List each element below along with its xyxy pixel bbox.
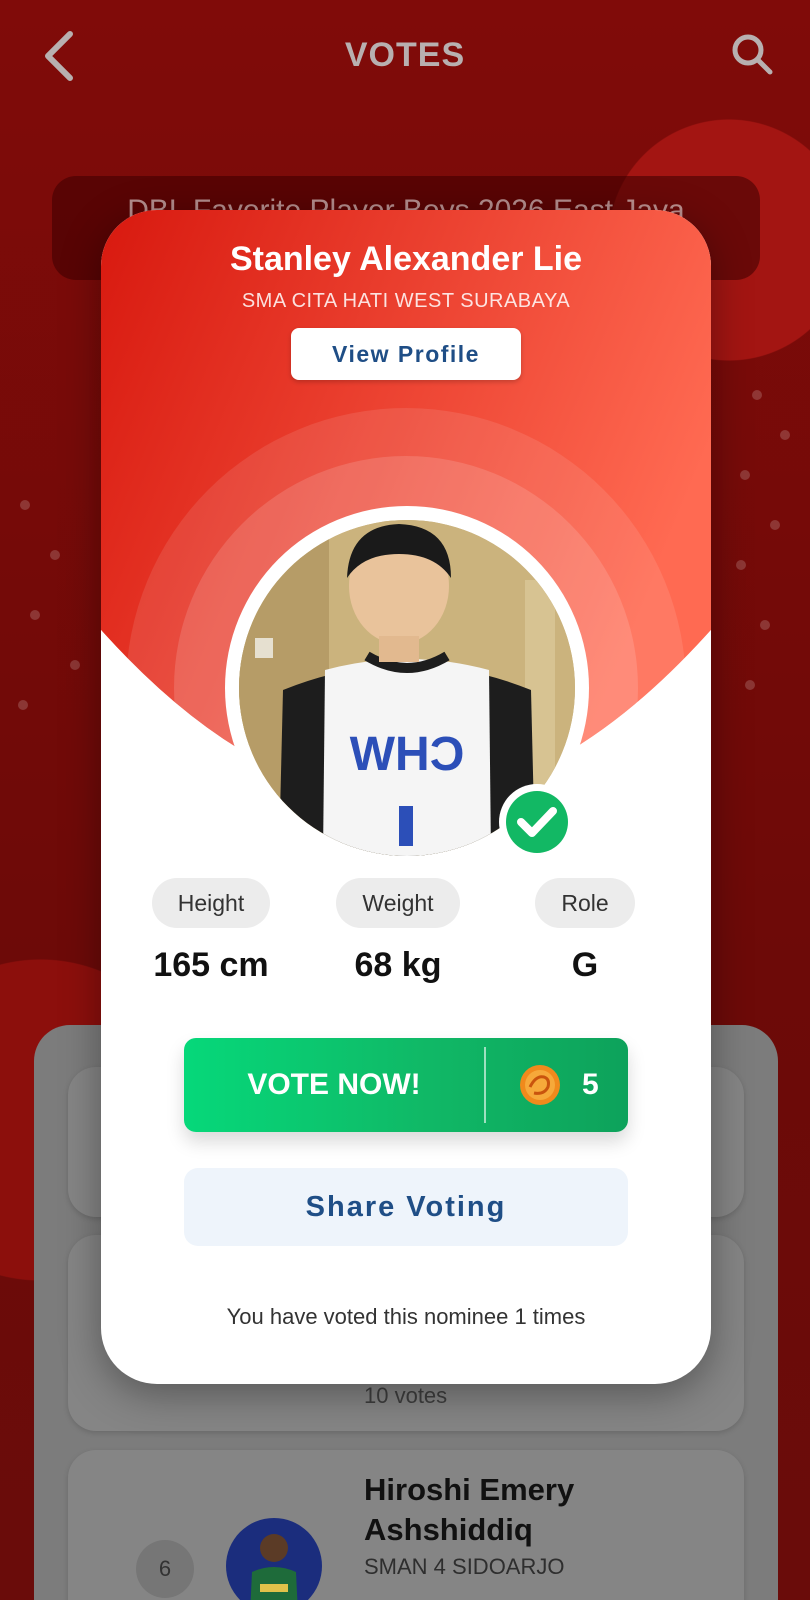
- nominee-school: SMA CITA HATI WEST SURABAYA: [241, 290, 571, 312]
- vote-cost: 5: [518, 1063, 599, 1107]
- vote-count: 10 votes: [364, 1383, 448, 1408]
- stat-weight: Weight 68 kg: [333, 878, 463, 985]
- stat-value: G: [571, 946, 599, 984]
- vote-now-button[interactable]: VOTE NOW! 5: [184, 1038, 628, 1132]
- stat-value: 165 cm: [153, 946, 269, 984]
- search-icon[interactable]: [730, 32, 774, 76]
- avatar: [226, 1518, 322, 1600]
- stat-role: Role G: [535, 878, 635, 985]
- stat-label: Height: [151, 878, 271, 928]
- svg-text:CHW: CHW: [349, 728, 464, 781]
- stat-value: 68 kg: [354, 946, 442, 984]
- nominee-title: Stanley Alexander Lie: [229, 240, 583, 278]
- nominee-school: SMAN 4 SIDOARJO: [364, 1554, 565, 1579]
- share-voting-button[interactable]: Share Voting: [184, 1168, 628, 1246]
- coin-icon: [518, 1063, 562, 1107]
- rank-badge: 6: [136, 1540, 194, 1598]
- vote-cost-value: 5: [582, 1068, 599, 1101]
- view-profile-button[interactable]: View Profile: [291, 328, 521, 380]
- divider: [484, 1047, 486, 1123]
- nominee-modal: Stanley Alexander Lie SMA CITA HATI WEST…: [101, 210, 711, 1384]
- nominee-name: Hiroshi Emery Ashshiddiq: [364, 1472, 575, 1547]
- page-title: VOTES: [344, 36, 466, 74]
- list-item[interactable]: 6 Hiroshi Emery Ashshiddiq SMAN 4 SIDOAR…: [68, 1450, 744, 1600]
- vote-count-note: You have voted this nominee 1 times: [226, 1304, 586, 1329]
- check-circle-icon: [499, 784, 575, 860]
- stat-label: Role: [535, 878, 635, 928]
- vote-button-label: VOTE NOW!: [247, 1068, 421, 1101]
- top-bar: VOTES: [0, 0, 810, 110]
- stat-label: Weight: [336, 878, 460, 928]
- stat-height: Height 165 cm: [151, 878, 271, 985]
